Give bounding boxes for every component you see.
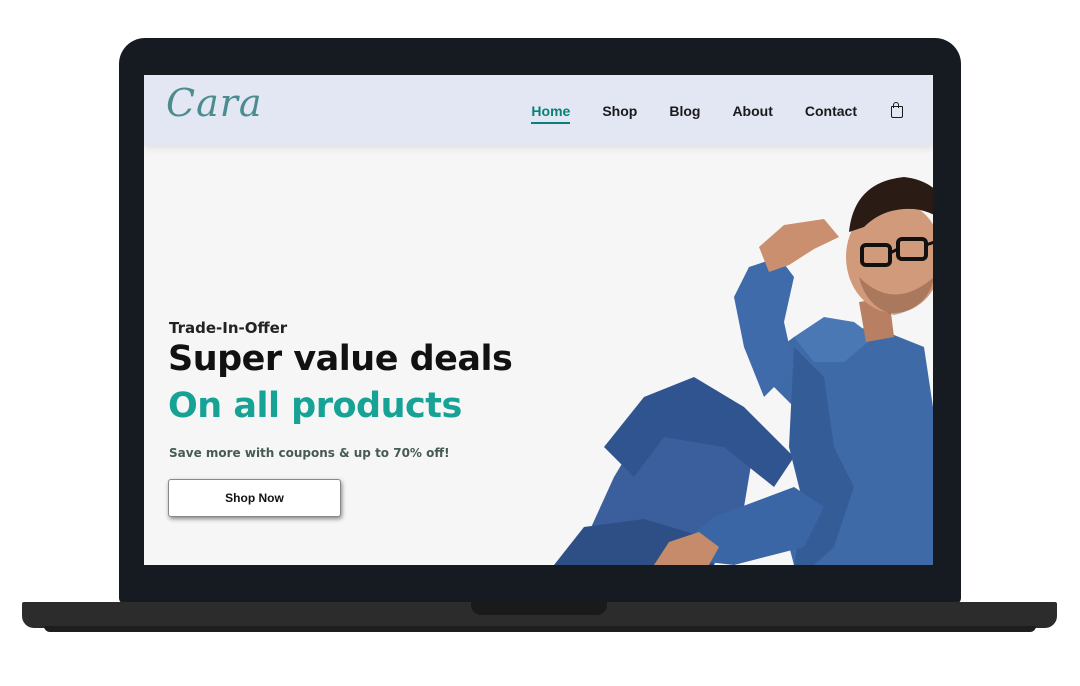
nav-shop[interactable]: Shop	[602, 103, 637, 119]
hero-model-image	[554, 177, 933, 565]
main-nav: Home Shop Blog About Contact	[531, 75, 903, 146]
shopping-bag-icon[interactable]	[891, 102, 903, 118]
nav-home[interactable]: Home	[531, 103, 570, 124]
site-logo[interactable]: Cara	[166, 81, 263, 125]
laptop-screen: Cara Home Shop Blog About Contact Trade-…	[144, 75, 933, 565]
laptop-notch	[471, 602, 607, 615]
nav-about[interactable]: About	[732, 103, 772, 119]
laptop-base-edge	[44, 626, 1036, 632]
hero-subtitle: Trade-In-Offer	[169, 319, 288, 337]
hero-description: Save more with coupons & up to 70% off!	[169, 446, 450, 460]
site-header: Cara Home Shop Blog About Contact	[144, 75, 933, 146]
hero-heading-accent: On all products	[168, 386, 462, 426]
nav-contact[interactable]: Contact	[805, 103, 857, 119]
shop-now-button[interactable]: Shop Now	[168, 479, 341, 517]
nav-blog[interactable]: Blog	[669, 103, 700, 119]
hero-heading: Super value deals	[168, 339, 513, 379]
